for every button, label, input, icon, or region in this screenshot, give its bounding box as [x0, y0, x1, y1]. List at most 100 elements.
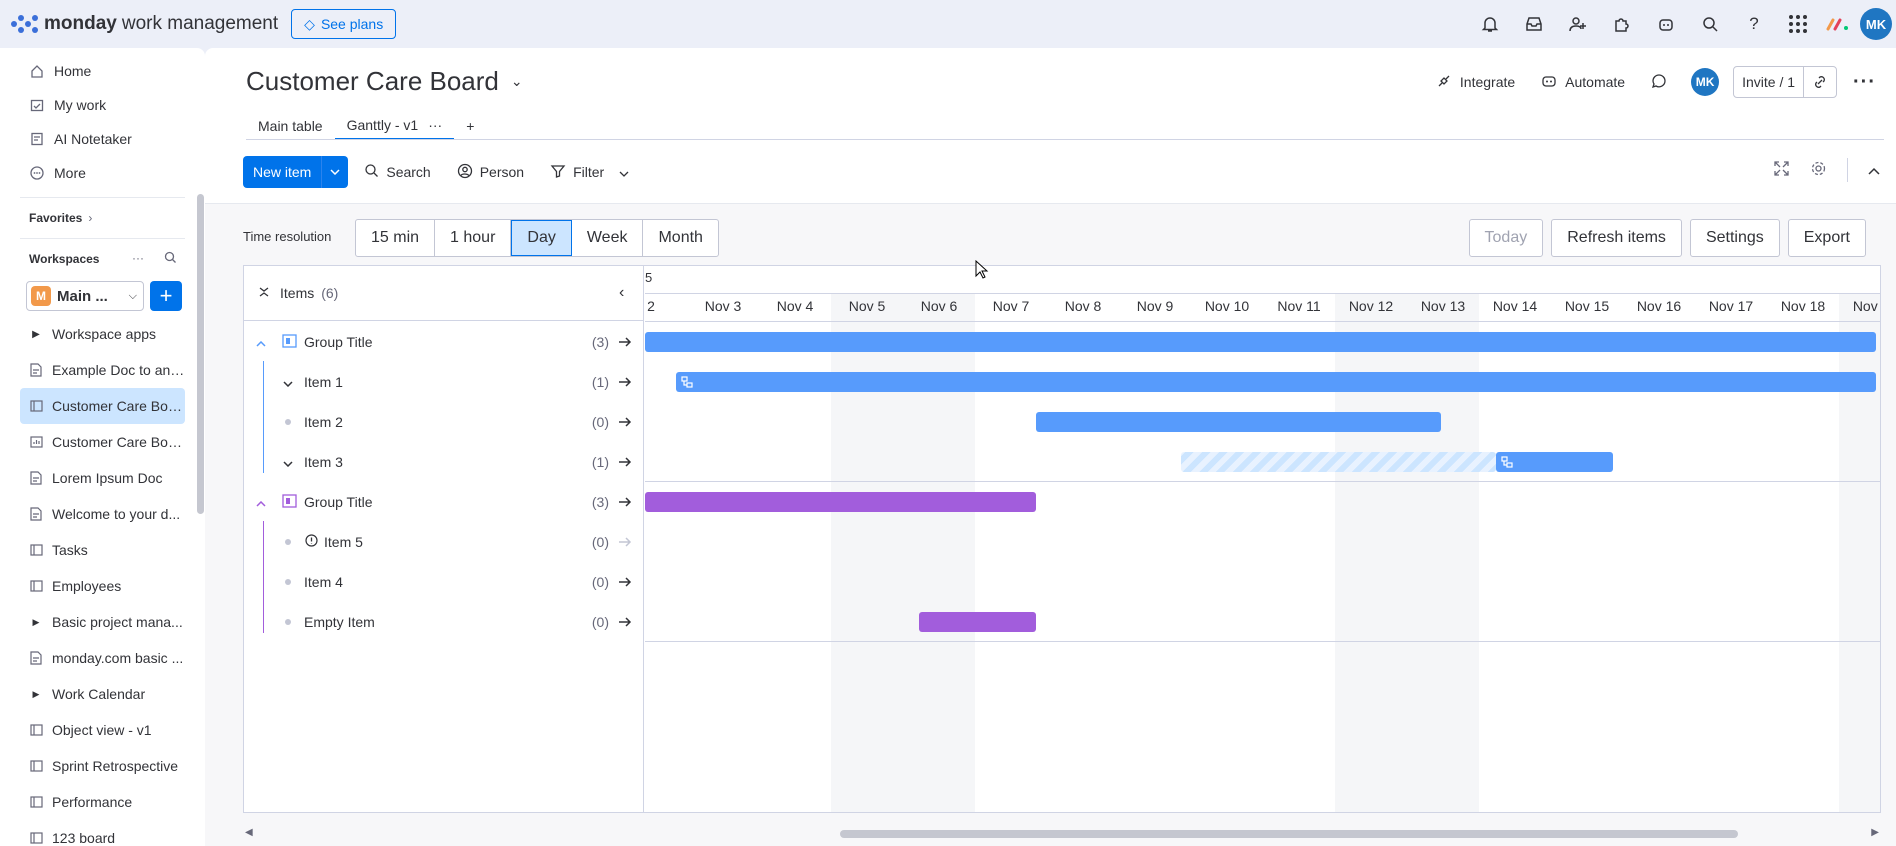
scroll-left-icon[interactable]: ◀ — [245, 827, 253, 838]
item-row[interactable]: Item 1 (1) — [244, 362, 644, 402]
chevron-up-icon[interactable] — [256, 334, 266, 350]
arrow-right-icon[interactable] — [618, 456, 632, 468]
add-view-button[interactable]: + — [454, 112, 486, 140]
arrow-right-icon[interactable] — [618, 336, 632, 348]
arrow-right-icon[interactable] — [618, 536, 632, 548]
sidebar-scrollbar[interactable] — [197, 194, 204, 514]
monday-mark-icon[interactable] — [1820, 0, 1856, 48]
sidebar-board-item[interactable]: ▶ Work Calendar — [0, 676, 205, 712]
resolution-day[interactable]: Day — [511, 220, 572, 256]
monday-logo[interactable]: monday work management — [10, 12, 278, 36]
chevron-down-icon[interactable] — [283, 454, 293, 470]
ai-bot-icon[interactable] — [1644, 0, 1688, 48]
item-row[interactable]: Empty Item (0) — [244, 602, 644, 642]
invite-button[interactable]: Invite / 1 — [1733, 66, 1838, 98]
resolution-month[interactable]: Month — [643, 220, 717, 256]
collapse-all-icon[interactable] — [258, 285, 270, 301]
help-icon[interactable]: ? — [1732, 0, 1776, 48]
item-row[interactable]: Item 5 (0) — [244, 522, 644, 562]
sidebar-board-item[interactable]: ▶ Basic project mana... — [0, 604, 205, 640]
fullscreen-icon[interactable] — [1773, 160, 1790, 180]
sidebar-board-item[interactable]: Object view - v1 — [0, 712, 205, 748]
copy-link-icon[interactable] — [1804, 67, 1836, 97]
see-plans-button[interactable]: ◇ See plans — [291, 9, 397, 39]
item-row[interactable]: Item 3 (1) — [244, 442, 644, 482]
board-title[interactable]: Customer Care Board ⌄ — [246, 66, 523, 97]
scroll-right-icon[interactable]: ▶ — [1871, 827, 1879, 838]
arrow-right-icon[interactable] — [618, 416, 632, 428]
apps-grid-icon[interactable] — [1776, 0, 1820, 48]
notifications-bell-icon[interactable] — [1468, 0, 1512, 48]
sidebar-board-item[interactable]: 123 board — [0, 820, 205, 846]
user-avatar-top[interactable]: MK — [1856, 0, 1896, 48]
search-button[interactable]: Search — [354, 156, 440, 188]
resolution-week[interactable]: Week — [572, 220, 644, 256]
board-owner-avatar[interactable]: MK — [1691, 68, 1720, 96]
sidebar-board-item[interactable]: Lorem Ipsum Doc — [0, 460, 205, 496]
sidebar-board-item[interactable]: Performance — [0, 784, 205, 820]
sidebar-board-label: monday.com basic ... — [52, 650, 184, 666]
integrate-button[interactable]: Integrate — [1426, 66, 1525, 98]
refresh-items-button[interactable]: Refresh items — [1551, 219, 1682, 257]
tab-options-icon[interactable]: ··· — [428, 117, 442, 133]
sidebar-board-item[interactable]: Sprint Retrospective — [0, 748, 205, 784]
filter-button[interactable]: Filter — [540, 156, 639, 188]
add-workspace-item-button[interactable]: + — [150, 281, 182, 311]
sidebar-board-item[interactable]: Example Doc to ans... — [0, 352, 205, 388]
sidebar-board-item[interactable]: Tasks — [0, 532, 205, 568]
arrow-right-icon[interactable] — [618, 616, 632, 628]
tab-main-table[interactable]: Main table — [246, 112, 335, 140]
inbox-icon[interactable] — [1512, 0, 1556, 48]
workspace-search-icon[interactable] — [164, 251, 177, 267]
item-row[interactable]: Item 4 (0) — [244, 562, 644, 602]
new-item-button[interactable]: New item — [243, 156, 349, 188]
sidebar-board-item[interactable]: Employees — [0, 568, 205, 604]
collapse-pane-icon[interactable]: ‹ — [619, 284, 624, 302]
apps-puzzle-icon[interactable] — [1600, 0, 1644, 48]
group-row[interactable]: Group Title (3) — [244, 482, 644, 522]
group-2-bar[interactable] — [645, 492, 1036, 512]
resolution-15min[interactable]: 15 min — [356, 220, 436, 256]
item-2-bar[interactable] — [1036, 412, 1441, 432]
arrow-right-icon[interactable] — [618, 496, 632, 508]
workspace-options-icon[interactable]: ··· — [132, 251, 144, 267]
search-icon[interactable] — [1688, 0, 1732, 48]
updates-button[interactable] — [1641, 66, 1677, 98]
tab-ganttly[interactable]: Ganttly - v1 ··· — [334, 112, 455, 140]
group-1-bar[interactable] — [645, 332, 1876, 352]
chevron-up-icon[interactable] — [256, 494, 266, 510]
sidebar-board-item[interactable]: monday.com basic ... — [0, 640, 205, 676]
automate-button[interactable]: Automate — [1531, 66, 1635, 98]
item-row[interactable]: Item 2 (0) — [244, 402, 644, 442]
workspace-apps[interactable]: ▶ Workspace apps — [0, 316, 205, 352]
chevron-down-icon[interactable] — [322, 169, 348, 175]
workspace-selector[interactable]: M Main ... ⌵ — [26, 281, 144, 311]
today-button[interactable]: Today — [1468, 219, 1544, 257]
collapse-header-icon[interactable] — [1868, 162, 1880, 178]
sidebar-item-more[interactable]: More — [0, 156, 205, 190]
arrow-right-icon[interactable] — [618, 576, 632, 588]
settings-gear-icon[interactable] — [1810, 160, 1827, 180]
invite-member-icon[interactable] — [1556, 0, 1600, 48]
chevron-down-icon[interactable] — [619, 164, 629, 180]
group-row[interactable]: Group Title (3) — [244, 322, 644, 362]
export-button[interactable]: Export — [1787, 219, 1866, 257]
board-more-icon[interactable]: ··· — [1843, 66, 1886, 98]
sidebar-board-item[interactable]: Welcome to your d... — [0, 496, 205, 532]
sidebar-item-my-work[interactable]: My work — [0, 88, 205, 122]
sidebar-board-item[interactable]: Customer Care Boa... — [0, 424, 205, 460]
sidebar-item-home[interactable]: Home — [0, 54, 205, 88]
favorites-section[interactable]: Favorites › — [0, 201, 205, 235]
arrow-right-icon[interactable] — [618, 376, 632, 388]
scrollbar-thumb[interactable] — [840, 830, 1738, 838]
empty-item-bar[interactable] — [919, 612, 1036, 632]
resolution-1hour[interactable]: 1 hour — [435, 220, 512, 256]
sidebar-board-item[interactable]: Customer Care Boa... — [20, 388, 185, 424]
settings-button[interactable]: Settings — [1689, 219, 1780, 257]
chevron-down-icon[interactable] — [283, 374, 293, 390]
item-1-bar[interactable] — [676, 372, 1876, 392]
sidebar-item-ai-notetaker[interactable]: AI Notetaker — [0, 122, 205, 156]
person-filter-button[interactable]: Person — [447, 156, 534, 188]
horizontal-scrollbar[interactable]: ◀ ▶ — [243, 827, 1881, 841]
item-3-bar[interactable] — [1496, 452, 1613, 472]
